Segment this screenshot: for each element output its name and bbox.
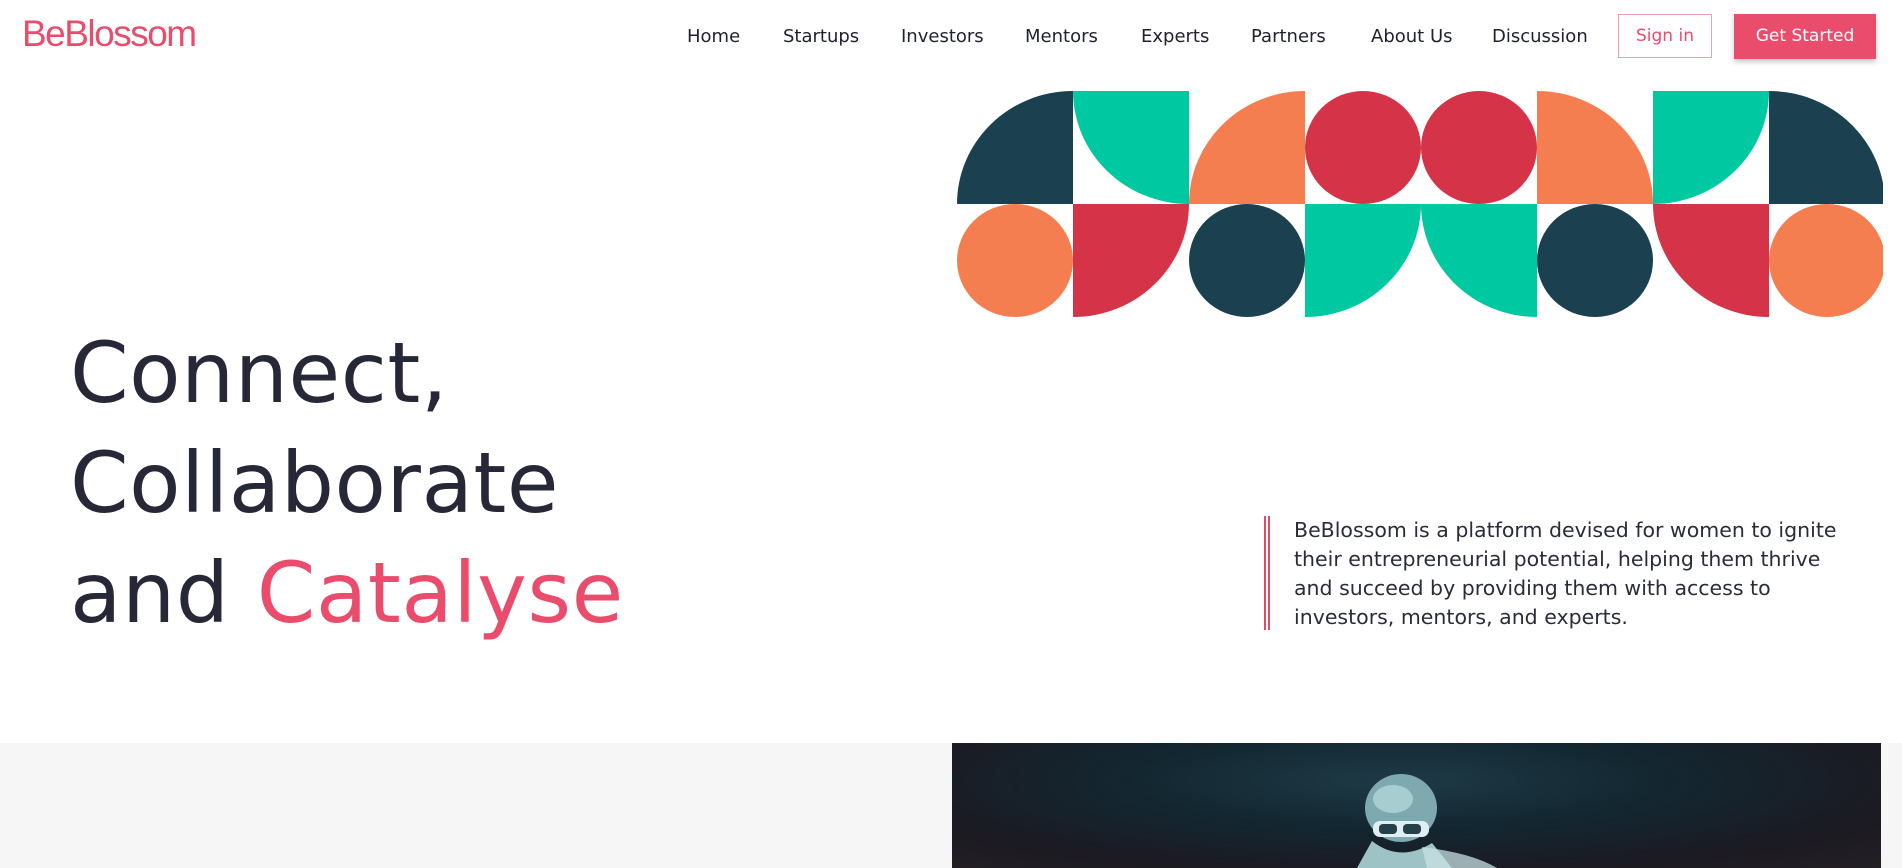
pattern-shape [957, 91, 1073, 204]
brand-logo[interactable]: BeBlossom [22, 12, 197, 56]
hero-heading: Connect, Collaborate and Catalyse [70, 318, 624, 648]
pattern-shape [1537, 204, 1653, 317]
nav-home[interactable]: Home [687, 27, 740, 47]
nav-experts[interactable]: Experts [1141, 27, 1209, 47]
pattern-shape [1073, 91, 1189, 204]
hero-video[interactable] [952, 743, 1881, 868]
get-started-button[interactable]: Get Started [1734, 14, 1876, 59]
pattern-shape [1421, 204, 1537, 317]
pattern-shape [1769, 204, 1883, 317]
hero-line-3-accent: Catalyse [256, 544, 624, 642]
pattern-shape [1769, 91, 1883, 204]
pattern-shape [1421, 91, 1537, 204]
nav-about-us[interactable]: About Us [1371, 27, 1453, 47]
pattern-shape [1305, 204, 1421, 317]
site-header: BeBlossom Home Startups Investors Mentor… [0, 0, 1902, 74]
nav-startups[interactable]: Startups [783, 27, 859, 47]
helmet-rider-image [1357, 774, 1497, 868]
pattern-shape [1189, 204, 1305, 317]
hero-line-3-prefix: and [70, 544, 230, 642]
pattern-shape [957, 204, 1073, 317]
nav-investors[interactable]: Investors [901, 27, 984, 47]
pattern-shape [1305, 91, 1421, 204]
hero-line-1: Connect, [70, 324, 449, 422]
pattern-shape [1537, 91, 1653, 204]
nav-partners[interactable]: Partners [1251, 27, 1326, 47]
pattern-shape [1653, 91, 1769, 204]
pattern-shape [1653, 204, 1769, 317]
pattern-shape [1073, 204, 1189, 317]
nav-discussion[interactable]: Discussion [1492, 27, 1588, 47]
geometric-pattern [957, 91, 1883, 317]
pattern-shape [1189, 91, 1305, 204]
hero-line-2: Collaborate [70, 434, 560, 532]
description-accent-bar [1264, 516, 1270, 630]
hero-description: BeBlossom is a platform devised for wome… [1294, 518, 1837, 629]
sign-in-button[interactable]: Sign in [1618, 14, 1712, 58]
nav-mentors[interactable]: Mentors [1025, 27, 1098, 47]
